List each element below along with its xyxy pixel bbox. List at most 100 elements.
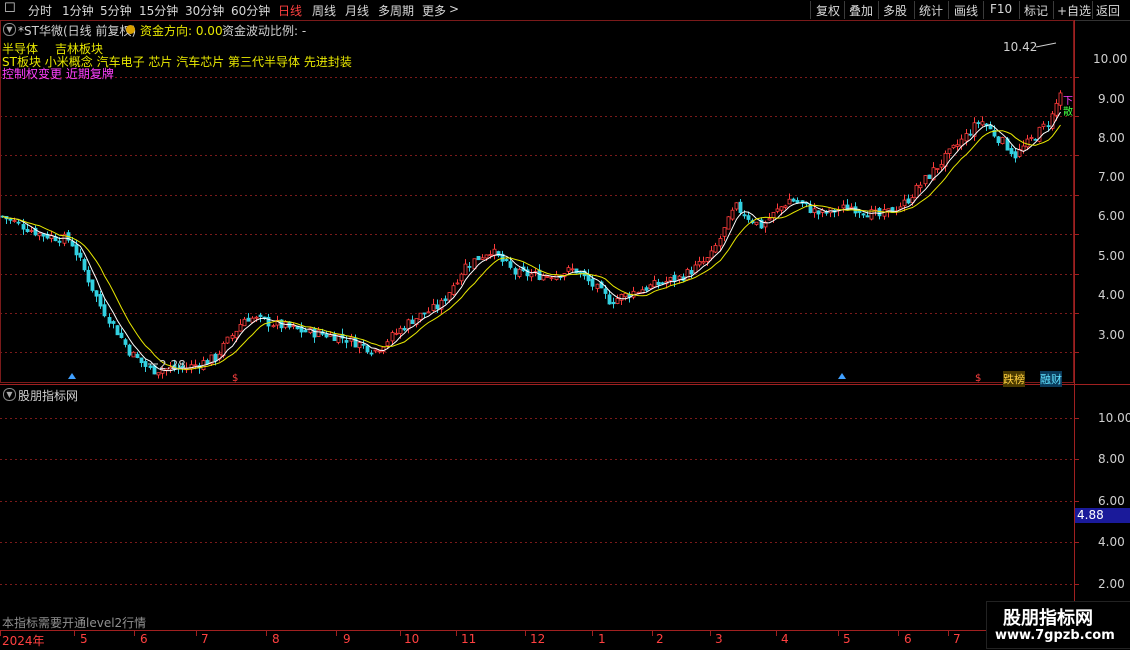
y-tick: 4.00 bbox=[1098, 288, 1125, 302]
candle-body bbox=[102, 304, 107, 317]
candle-body bbox=[668, 276, 673, 281]
candle-body bbox=[939, 164, 944, 168]
dollar-marker-icon: $ bbox=[975, 373, 981, 384]
x-tick: 1 bbox=[598, 632, 606, 646]
candle-body bbox=[1041, 123, 1046, 127]
candle-body bbox=[607, 294, 612, 305]
candle-body bbox=[344, 340, 349, 343]
candle-body bbox=[902, 199, 907, 207]
candle-body bbox=[451, 285, 456, 295]
candle-body bbox=[402, 327, 407, 331]
candle-body bbox=[29, 230, 34, 232]
x-tick: 7 bbox=[953, 632, 961, 646]
candle-body bbox=[90, 279, 95, 291]
candle-body bbox=[672, 274, 677, 282]
candle-body bbox=[996, 136, 1001, 143]
sub-y-tick: 2.00 bbox=[1098, 577, 1125, 591]
candle-body bbox=[238, 324, 243, 332]
candle-body bbox=[1054, 102, 1059, 116]
sub-y-tick: 4.00 bbox=[1098, 535, 1125, 549]
candle-body bbox=[816, 210, 821, 215]
chevron-down-icon[interactable]: ▼ bbox=[3, 23, 16, 36]
chevron-down-icon[interactable]: ▼ bbox=[3, 388, 16, 401]
candle-body bbox=[644, 287, 649, 291]
x-tick: 8 bbox=[272, 632, 280, 646]
candle-body bbox=[369, 352, 374, 355]
candle-body bbox=[849, 206, 854, 209]
x-tick: 5 bbox=[80, 632, 88, 646]
candle-body bbox=[861, 213, 866, 216]
candle-body bbox=[578, 271, 583, 274]
candle-body bbox=[779, 206, 784, 211]
candle-body bbox=[373, 349, 378, 352]
x-tick: 9 bbox=[343, 632, 351, 646]
candle-body bbox=[771, 211, 776, 219]
candle-body bbox=[98, 293, 103, 307]
candle-body bbox=[390, 332, 395, 342]
candle-body bbox=[914, 184, 919, 199]
indicator-title: 股朋指标网 bbox=[18, 389, 79, 403]
y-tick: 7.00 bbox=[1098, 170, 1125, 184]
candle-body bbox=[713, 245, 718, 253]
x-tick: 2 bbox=[656, 632, 664, 646]
candle-body bbox=[123, 339, 128, 345]
event-badge[interactable]: 跌榜 bbox=[1003, 371, 1025, 387]
candle-body bbox=[225, 336, 230, 344]
x-tick: 3 bbox=[715, 632, 723, 646]
candle-body bbox=[70, 240, 75, 247]
candle-body bbox=[443, 298, 448, 302]
y-tick: 5.00 bbox=[1098, 249, 1125, 263]
candle-body bbox=[865, 215, 870, 218]
candle-body bbox=[78, 252, 83, 258]
candle-body bbox=[111, 321, 116, 324]
candle-body bbox=[242, 318, 247, 327]
candle-body bbox=[730, 209, 735, 220]
candle-body bbox=[16, 221, 21, 224]
event-tags[interactable]: 控制权变更 近期复牌 bbox=[2, 65, 114, 82]
candle-body bbox=[812, 208, 817, 213]
candle-body bbox=[709, 250, 714, 259]
candle-body bbox=[205, 360, 210, 365]
candle-body bbox=[935, 168, 940, 170]
candle-body bbox=[980, 121, 985, 126]
candle-body bbox=[615, 298, 620, 304]
candle-body bbox=[549, 277, 554, 280]
event-arrow-icon bbox=[838, 373, 846, 379]
candle-body bbox=[480, 257, 485, 260]
event-badge[interactable]: 融财 bbox=[1040, 371, 1062, 387]
candle-body bbox=[139, 357, 144, 364]
candle-body bbox=[488, 254, 493, 256]
candle-body bbox=[595, 283, 600, 289]
candle-body bbox=[517, 268, 522, 277]
candle-body bbox=[726, 216, 731, 230]
candle-body bbox=[742, 214, 747, 217]
candle-body bbox=[324, 333, 329, 338]
candle-body bbox=[1025, 138, 1030, 148]
candle-body bbox=[1021, 145, 1026, 152]
candle-body bbox=[394, 332, 399, 335]
candle-body bbox=[131, 351, 136, 358]
kline-chart[interactable]: $ $ bbox=[0, 0, 1130, 650]
candle-body bbox=[357, 342, 362, 349]
sub-y-tick: 8.00 bbox=[1098, 452, 1125, 466]
candle-body bbox=[230, 335, 235, 339]
candle-body bbox=[422, 312, 427, 315]
candle-body bbox=[365, 345, 370, 353]
candle-body bbox=[787, 198, 792, 205]
candle-body bbox=[1029, 137, 1034, 139]
candle-body bbox=[472, 258, 477, 270]
candle-body bbox=[1013, 151, 1018, 159]
candle-body bbox=[82, 259, 87, 271]
candle-body bbox=[406, 319, 411, 330]
candle-body bbox=[94, 290, 99, 297]
candle-body bbox=[841, 204, 846, 209]
x-tick: 7 bbox=[201, 632, 209, 646]
event-arrow-icon bbox=[68, 373, 76, 379]
candle-body bbox=[677, 275, 682, 280]
x-tick: 10 bbox=[404, 632, 420, 646]
candle-body bbox=[74, 244, 79, 256]
signal-marker: 散 bbox=[1063, 107, 1073, 118]
candle-body bbox=[1009, 148, 1014, 155]
candle-body bbox=[213, 353, 218, 362]
candle-body bbox=[701, 261, 706, 264]
